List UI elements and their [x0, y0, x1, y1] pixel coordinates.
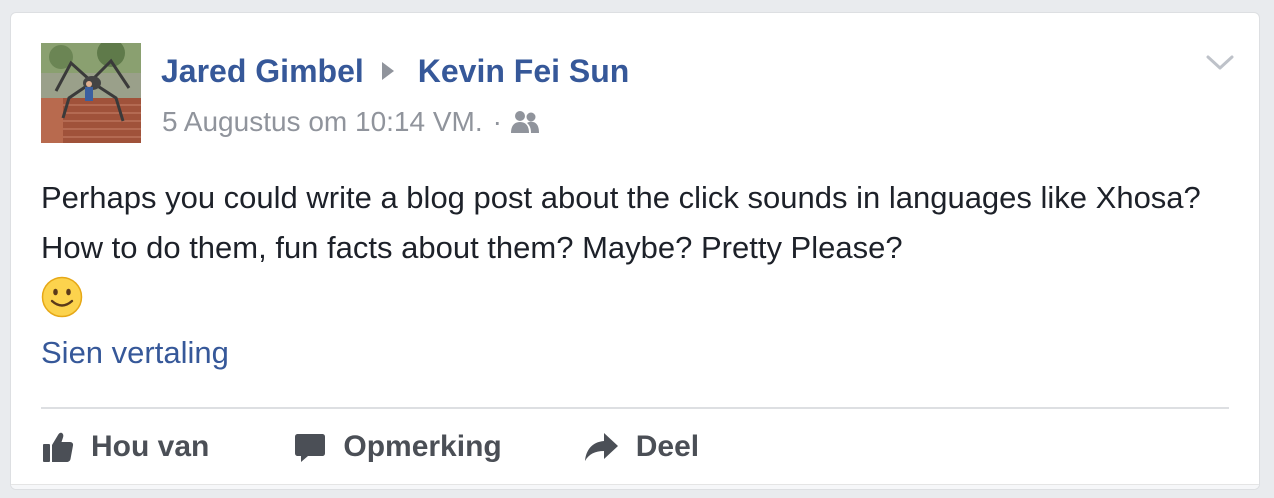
comment-label: Opmerking: [343, 430, 502, 463]
share-arrow-icon: [584, 433, 618, 461]
see-translation-link[interactable]: Sien vertaling: [41, 331, 229, 375]
arrow-right-icon: [381, 62, 394, 80]
like-button[interactable]: Hou van: [41, 430, 209, 464]
divider: [41, 407, 1229, 409]
thumbs-up-icon: [43, 432, 74, 462]
author-name[interactable]: Jared Gimbel: [161, 53, 364, 90]
avatar-photo: [41, 43, 141, 143]
like-label: Hou van: [91, 430, 210, 463]
comment-button[interactable]: Opmerking: [293, 430, 502, 464]
comment-icon: [295, 434, 326, 462]
friends-icon[interactable]: [510, 109, 540, 135]
slightly-smiling-face-icon: [41, 276, 83, 318]
post-header-names: Jared Gimbel Kevin Fei Sun: [161, 51, 629, 91]
post-meta: 5 Augustus om 10:14 VM. ·: [162, 104, 540, 140]
recipient-name[interactable]: Kevin Fei Sun: [418, 53, 630, 90]
post-actions: Hou van Opmerking Deel: [41, 425, 699, 469]
avatar[interactable]: [41, 43, 141, 143]
post-card: Jared Gimbel Kevin Fei Sun 5 Augustus om…: [10, 12, 1260, 490]
post-message: Perhaps you could write a blog post abou…: [41, 173, 1241, 323]
chevron-down-icon[interactable]: [1205, 51, 1235, 73]
share-label: Deel: [635, 430, 700, 463]
post-timestamp[interactable]: 5 Augustus om 10:14 VM.: [162, 106, 483, 138]
share-button[interactable]: Deel: [584, 430, 699, 464]
card-footer-strip: [11, 484, 1259, 489]
meta-separator: ·: [492, 106, 502, 137]
post-message-text: Perhaps you could write a blog post abou…: [41, 180, 1201, 265]
